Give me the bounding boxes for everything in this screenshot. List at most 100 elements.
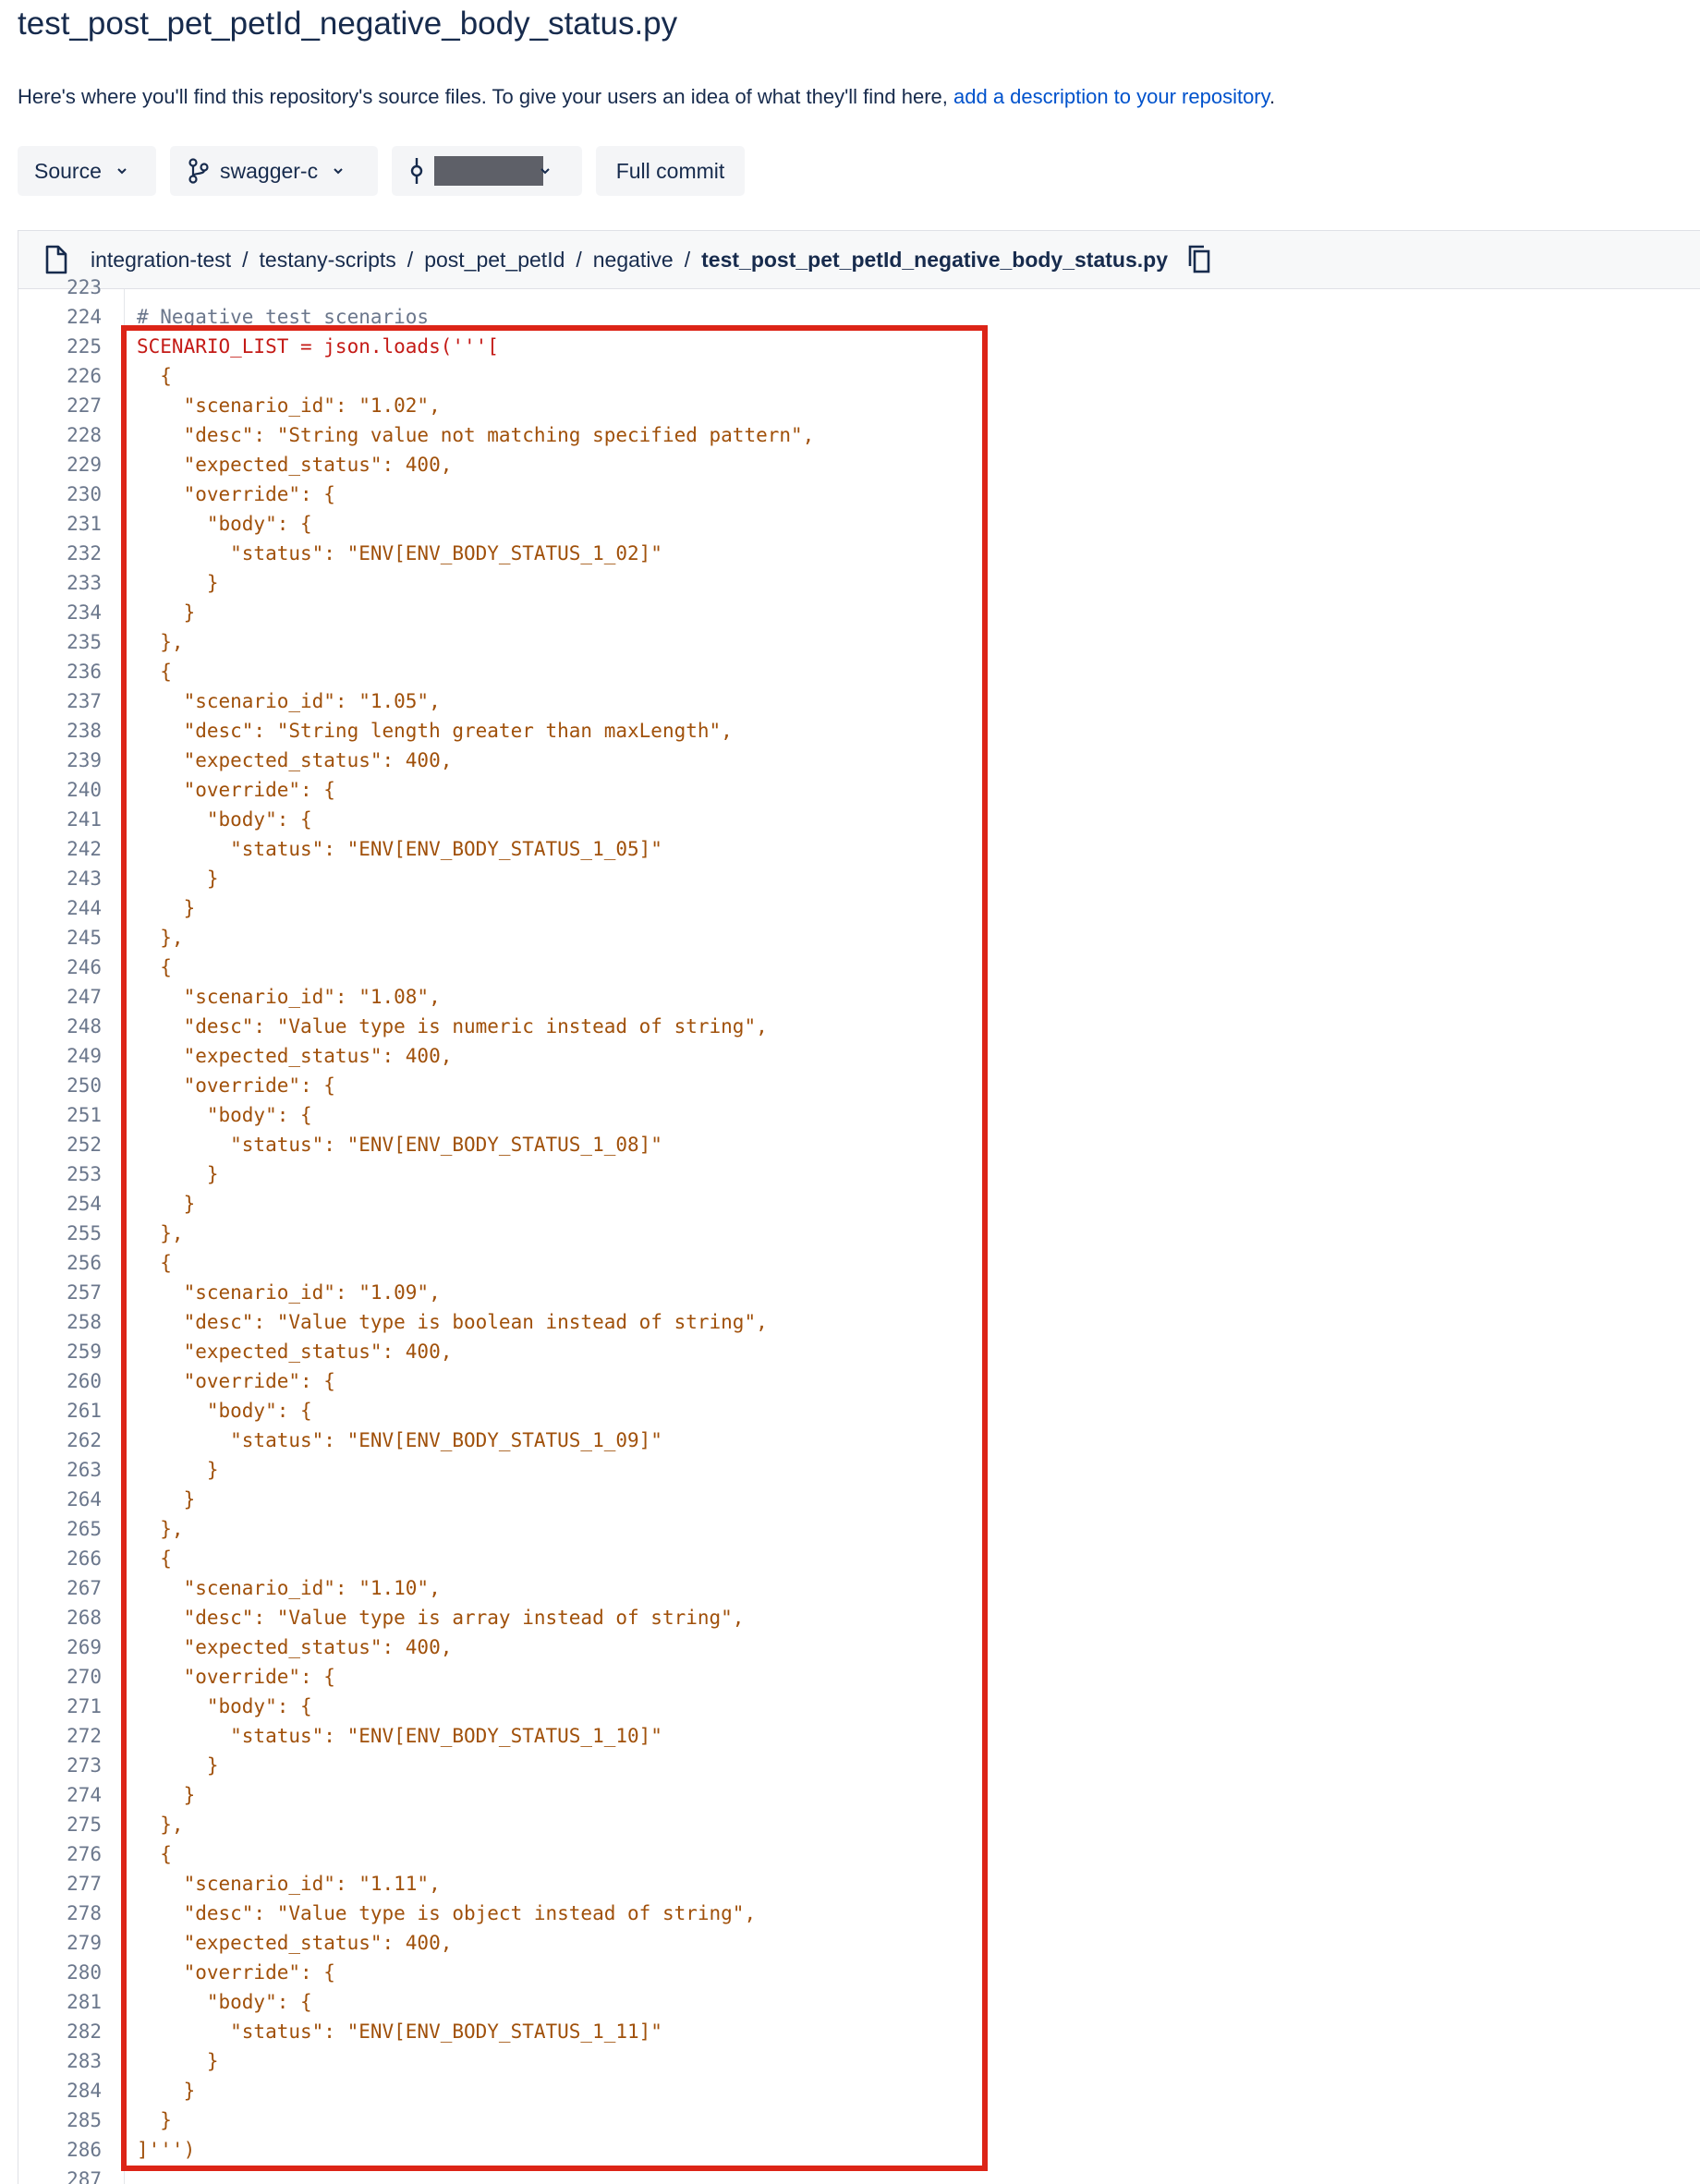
code-text: } [137,897,196,919]
branch-dropdown[interactable]: swagger-c [170,146,378,196]
repo-description: Here's where you'll find this repository… [18,82,1275,112]
line-number[interactable]: 263 [18,1455,102,1485]
code-text: "body": { [137,808,312,831]
line-number[interactable]: 239 [18,746,102,775]
line-number[interactable]: 265 [18,1514,102,1544]
line-number[interactable]: 245 [18,923,102,952]
line-number[interactable]: 249 [18,1041,102,1071]
breadcrumb-item-testany-scripts[interactable]: testany-scripts [260,248,396,273]
branch-label: swagger-c [220,158,319,183]
line-number[interactable]: 264 [18,1485,102,1514]
line-number[interactable]: 262 [18,1426,102,1455]
line-number[interactable]: 246 [18,952,102,982]
code-text: "desc": "Value type is object instead of… [137,1902,757,1924]
line-number[interactable]: 230 [18,479,102,509]
line-number[interactable]: 281 [18,1987,102,2017]
line-number[interactable]: 256 [18,1248,102,1278]
line-number[interactable]: 253 [18,1159,102,1189]
line-number[interactable]: 267 [18,1573,102,1603]
commit-icon [410,158,423,184]
source-dropdown[interactable]: Source [18,146,156,196]
line-number[interactable]: 260 [18,1366,102,1396]
line-number[interactable]: 238 [18,716,102,746]
code-text: } [137,1754,219,1777]
line-number[interactable]: 286 [18,2135,102,2165]
line-number[interactable]: 268 [18,1603,102,1632]
commit-dropdown[interactable] [392,146,582,196]
code-text: "override": { [137,779,335,801]
code-text: "body": { [137,513,312,535]
code-text: { [137,1252,172,1274]
code-text: }, [137,927,184,949]
line-number[interactable]: 259 [18,1337,102,1366]
line-number[interactable]: 257 [18,1278,102,1307]
line-number[interactable]: 226 [18,361,102,391]
line-number[interactable]: 252 [18,1130,102,1159]
line-number[interactable]: 258 [18,1307,102,1337]
line-number[interactable]: 280 [18,1958,102,1987]
line-number[interactable]: 235 [18,627,102,657]
code-text: "status": "ENV[ENV_BODY_STATUS_1_02]" [137,542,662,564]
line-number[interactable]: 224 [18,302,102,332]
line-number[interactable]: 272 [18,1721,102,1751]
line-number[interactable]: 273 [18,1751,102,1780]
line-number[interactable]: 279 [18,1928,102,1958]
add-description-link[interactable]: add a description to your repository [953,85,1269,108]
copy-icon[interactable] [1186,244,1212,275]
redacted-commit-hash [434,156,543,186]
line-number[interactable]: 237 [18,686,102,716]
line-number[interactable]: 271 [18,1692,102,1721]
line-number[interactable]: 287 [18,2165,102,2184]
line-number[interactable]: 270 [18,1662,102,1692]
line-number[interactable]: 247 [18,982,102,1012]
line-number[interactable]: 233 [18,568,102,598]
line-number[interactable]: 229 [18,450,102,479]
line-number[interactable]: 225 [18,332,102,361]
line-number[interactable]: 251 [18,1100,102,1130]
line-number[interactable]: 254 [18,1189,102,1219]
line-number[interactable]: 276 [18,1839,102,1869]
line-number[interactable]: 244 [18,893,102,923]
line-number[interactable]: 234 [18,598,102,627]
line-number[interactable]: 223 [18,273,102,302]
line-number[interactable]: 283 [18,2046,102,2076]
line-number[interactable]: 236 [18,657,102,686]
breadcrumb-item-post-pet-petid[interactable]: post_pet_petId [424,248,565,273]
line-number[interactable]: 255 [18,1219,102,1248]
line-number[interactable]: 278 [18,1899,102,1928]
code-text: "desc": "String value not matching speci… [137,424,815,446]
line-number[interactable]: 231 [18,509,102,539]
line-number[interactable]: 284 [18,2076,102,2105]
page: test_post_pet_petId_negative_body_status… [0,0,1700,2184]
code-text: } [137,868,219,890]
line-number[interactable]: 240 [18,775,102,805]
line-number[interactable]: 266 [18,1544,102,1573]
line-number[interactable]: 242 [18,834,102,864]
breadcrumb-item-negative[interactable]: negative [593,248,674,273]
page-title: test_post_pet_petId_negative_body_status… [18,6,678,42]
line-number[interactable]: 241 [18,805,102,834]
line-number[interactable]: 275 [18,1810,102,1839]
code-text: "desc": "Value type is array instead of … [137,1607,745,1629]
line-number[interactable]: 285 [18,2105,102,2135]
file-icon [45,245,67,274]
breadcrumb-item-integration-test[interactable]: integration-test [91,248,231,273]
line-number[interactable]: 277 [18,1869,102,1899]
full-commit-button[interactable]: Full commit [596,146,745,196]
line-number[interactable]: 228 [18,420,102,450]
line-number[interactable]: 227 [18,391,102,420]
line-number[interactable]: 250 [18,1071,102,1100]
line-number[interactable]: 282 [18,2017,102,2046]
line-number[interactable]: 269 [18,1632,102,1662]
code-text: "scenario_id": "1.11", [137,1873,441,1895]
code-text: "scenario_id": "1.08", [137,986,441,1008]
line-number[interactable]: 274 [18,1780,102,1810]
code-text: { [137,956,172,978]
line-number[interactable]: 243 [18,864,102,893]
line-number[interactable]: 248 [18,1012,102,1041]
chevron-down-icon [540,168,550,175]
code-text: "expected_status": 400, [137,1932,453,1954]
line-number[interactable]: 261 [18,1396,102,1426]
code-text: "body": { [137,1400,312,1422]
line-number[interactable]: 232 [18,539,102,568]
